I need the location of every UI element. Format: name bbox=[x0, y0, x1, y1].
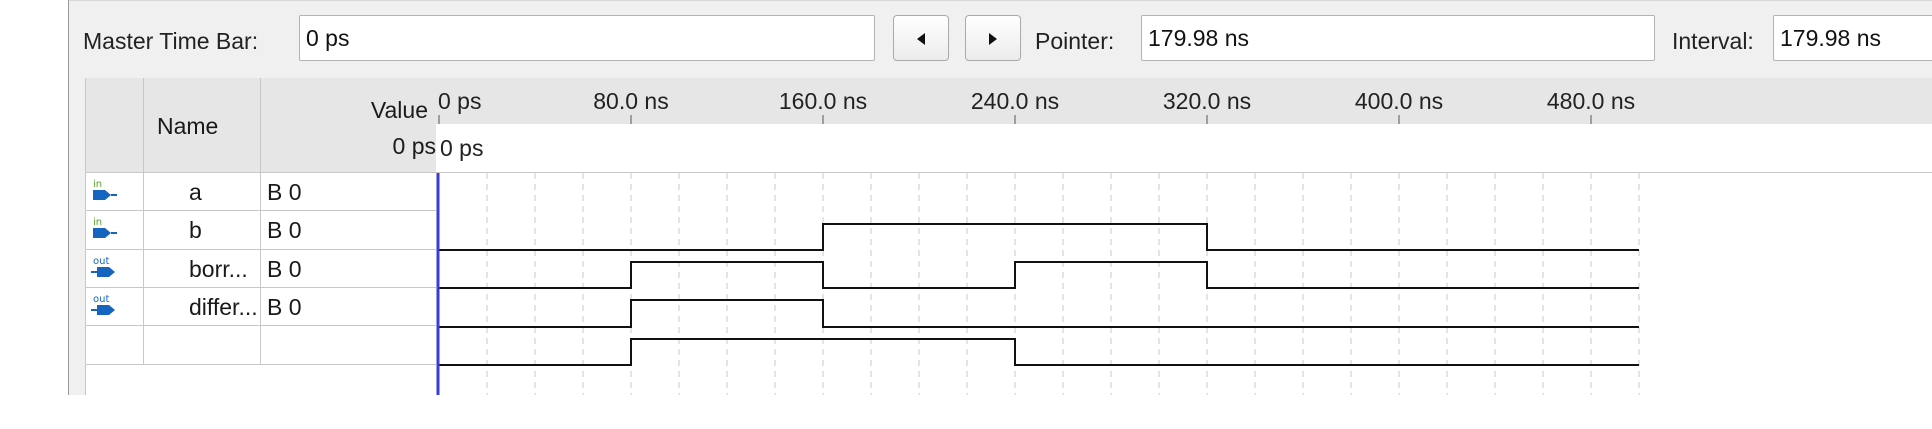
signal-name[interactable]: b bbox=[189, 216, 202, 244]
svg-text:in: in bbox=[93, 179, 102, 190]
waveform-canvas[interactable] bbox=[436, 78, 1932, 395]
signal-trace[interactable] bbox=[439, 261, 1639, 289]
next-transition-button[interactable] bbox=[965, 15, 1021, 61]
signal-value: B 0 bbox=[267, 179, 302, 205]
signal-value: B 0 bbox=[267, 217, 302, 243]
svg-text:in: in bbox=[93, 217, 102, 228]
column-divider bbox=[260, 78, 261, 365]
pointer-field[interactable]: 179.98 ns bbox=[1141, 15, 1655, 61]
row-divider bbox=[85, 364, 436, 365]
signal-trace[interactable] bbox=[439, 299, 1639, 328]
interval-label: Interval: bbox=[1672, 28, 1754, 54]
row-divider bbox=[85, 172, 436, 173]
value-column-time: 0 ps bbox=[392, 133, 436, 159]
signal-name[interactable]: differ... bbox=[189, 293, 258, 321]
panel-top-border bbox=[69, 0, 1932, 1]
input-pin-icon: in bbox=[91, 215, 119, 245]
signal-trace[interactable] bbox=[439, 338, 1639, 366]
waveform-view[interactable]: 0 ps 80.0 ns 160.0 ns 240.0 ns 320.0 ns 400.0… bbox=[436, 78, 1932, 395]
row-divider bbox=[85, 249, 436, 250]
signal-value: B 0 bbox=[267, 256, 302, 282]
column-divider bbox=[143, 78, 144, 365]
row-divider bbox=[85, 325, 436, 326]
value-column-header[interactable]: Value bbox=[371, 96, 428, 124]
row-divider bbox=[85, 210, 436, 211]
name-column-header[interactable]: Name bbox=[157, 112, 218, 140]
table-border bbox=[85, 78, 86, 395]
master-time-bar-label: Master Time Bar: bbox=[83, 28, 259, 54]
waveform-editor-panel: Master Time Bar: 0 ps Pointer: 179.98 ns… bbox=[68, 0, 1932, 395]
interval-field[interactable]: 179.98 ns bbox=[1773, 15, 1932, 61]
arrow-left-icon bbox=[917, 33, 925, 45]
output-pin-icon: out bbox=[91, 254, 119, 284]
signal-trace[interactable] bbox=[439, 223, 1639, 251]
previous-transition-button[interactable] bbox=[893, 15, 949, 61]
output-pin-icon: out bbox=[91, 292, 119, 322]
signal-name[interactable]: a bbox=[189, 178, 202, 206]
pointer-label: Pointer: bbox=[1035, 28, 1115, 54]
signal-name[interactable]: borr... bbox=[189, 255, 248, 283]
master-time-bar-field[interactable]: 0 ps bbox=[299, 15, 875, 61]
svg-text:out: out bbox=[93, 294, 109, 305]
arrow-right-icon bbox=[989, 33, 997, 45]
row-divider bbox=[85, 287, 436, 288]
svg-text:out: out bbox=[93, 256, 109, 267]
signal-value: B 0 bbox=[267, 294, 302, 320]
input-pin-icon: in bbox=[91, 177, 119, 207]
signal-table: Name Value 0 ps in a B 0 in b B 0 out borr... B … bbox=[85, 78, 436, 395]
